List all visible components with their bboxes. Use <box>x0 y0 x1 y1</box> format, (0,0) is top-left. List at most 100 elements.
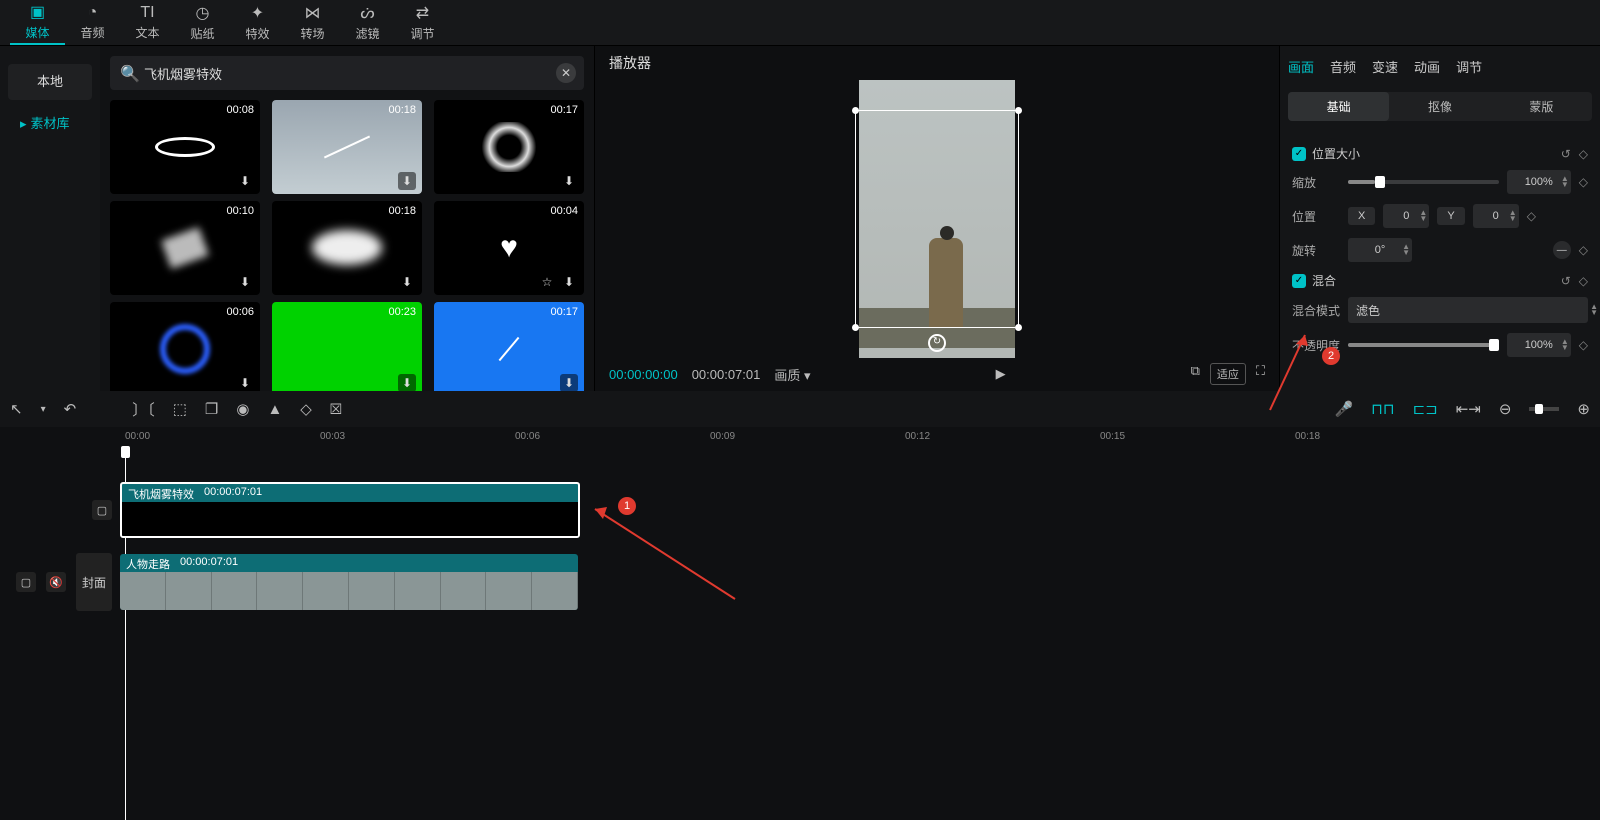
keyframe-icon[interactable]: ◇ <box>1579 243 1588 257</box>
section-checkbox[interactable]: ✓ <box>1292 274 1306 288</box>
tab-transition[interactable]: ⋈转场 <box>285 0 340 45</box>
download-icon[interactable]: ⬇ <box>398 374 416 391</box>
clip-duration: 00:00:07:01 <box>180 556 238 572</box>
preview-button[interactable]: ◉ <box>236 400 249 418</box>
download-icon[interactable]: ⬇ <box>236 273 254 291</box>
tab-sticker[interactable]: ◷贴纸 <box>175 0 230 45</box>
keyframe-icon[interactable]: ◇ <box>1579 147 1588 161</box>
scale-slider[interactable] <box>1348 180 1499 184</box>
asset-thumb[interactable]: 00:10⬇ <box>110 201 260 295</box>
download-icon[interactable]: ⬇ <box>236 172 254 190</box>
subtab-keying[interactable]: 抠像 <box>1389 92 1490 121</box>
undo-button[interactable]: ↶ <box>64 400 77 418</box>
preview-canvas[interactable]: ↻ <box>595 80 1279 358</box>
section-checkbox[interactable]: ✓ <box>1292 147 1306 161</box>
reset-icon[interactable]: ↺ <box>1561 274 1571 288</box>
fit-button[interactable]: 适应 <box>1210 363 1246 385</box>
side-label: 本地 <box>37 74 63 89</box>
download-icon[interactable]: ⬇ <box>398 273 416 291</box>
keyframe-icon[interactable]: ◇ <box>1579 274 1588 288</box>
download-icon[interactable]: ⬇ <box>560 374 578 391</box>
insp-tab-adjust[interactable]: 调节 <box>1456 57 1482 76</box>
zoom-out-icon[interactable]: ⊖ <box>1499 400 1512 418</box>
track-toggle[interactable]: ▢ <box>92 500 112 520</box>
side-library[interactable]: 素材库 <box>8 106 92 142</box>
clip-video[interactable]: 人物走路00:00:07:01 <box>120 554 578 610</box>
cover-button[interactable]: 封面 <box>76 553 112 611</box>
tab-label: 滤镜 <box>355 25 379 42</box>
favorite-icon[interactable]: ☆ <box>538 273 556 291</box>
keyframe-icon[interactable]: ◇ <box>1579 175 1588 189</box>
asset-thumb[interactable]: ♥00:04☆⬇ <box>434 201 584 295</box>
mute-toggle[interactable]: 🔇 <box>46 572 66 592</box>
keyframe-icon[interactable]: ◇ <box>1579 338 1588 352</box>
tab-media[interactable]: ▣媒体 <box>10 0 65 45</box>
ruler-tick: 00:03 <box>320 431 345 442</box>
cursor-tool[interactable]: ↖ <box>10 400 23 418</box>
time-ruler[interactable]: 00:00 00:03 00:06 00:09 00:12 00:15 00:1… <box>0 427 1600 449</box>
download-icon[interactable]: ⬇ <box>236 374 254 391</box>
tab-filter[interactable]: ᔖ滤镜 <box>340 0 395 45</box>
link-icon[interactable]: ⊏⊐ <box>1413 400 1438 418</box>
mic-icon[interactable]: 🎤 <box>1334 400 1353 418</box>
download-icon[interactable]: ⬇ <box>560 273 578 291</box>
asset-thumb[interactable]: 00:06⬇ <box>110 302 260 391</box>
keyframe-icon[interactable]: ◇ <box>1527 209 1536 223</box>
mirror-button[interactable]: ▲ <box>267 401 282 418</box>
ruler-tick: 00:00 <box>125 431 150 442</box>
tab-adjust[interactable]: ⇄调节 <box>395 0 450 45</box>
scale-value[interactable]: 100%▲▼ <box>1507 170 1571 194</box>
insp-tab-picture[interactable]: 画面 <box>1288 57 1314 76</box>
play-button[interactable]: ▶ <box>825 366 1177 382</box>
quality-menu[interactable]: 画质 ▾ <box>774 365 810 384</box>
tab-text[interactable]: TI文本 <box>120 0 175 45</box>
crop-button[interactable]: ⬚ <box>173 400 187 418</box>
clear-search[interactable]: ✕ <box>556 63 576 83</box>
tab-audio[interactable]: ◔音频 <box>65 0 120 45</box>
pos-x-value[interactable]: 0▲▼ <box>1383 204 1429 228</box>
insp-tab-speed[interactable]: 变速 <box>1372 57 1398 76</box>
zoom-slider[interactable] <box>1529 407 1559 411</box>
split-button[interactable]: 〕〔 <box>132 399 155 420</box>
asset-thumb[interactable]: 00:08⬇ <box>110 100 260 194</box>
opacity-value[interactable]: 100%▲▼ <box>1507 333 1571 357</box>
rotate-button[interactable]: ◇ <box>300 400 312 418</box>
insp-tab-anim[interactable]: 动画 <box>1414 57 1440 76</box>
asset-thumb[interactable]: 00:17⬇ <box>434 302 584 391</box>
copy-button[interactable]: ❐ <box>205 400 218 418</box>
opacity-slider[interactable] <box>1348 343 1499 347</box>
asset-thumb[interactable]: 00:17⬇ <box>434 100 584 194</box>
fullscreen-icon[interactable]: ⛶ <box>1256 363 1265 385</box>
track-toggle[interactable]: ▢ <box>16 572 36 592</box>
insp-tab-audio[interactable]: 音频 <box>1330 57 1356 76</box>
time-current: 00:00:00:00 <box>609 367 678 382</box>
zoom-in-icon[interactable]: ⊕ <box>1577 400 1590 418</box>
asset-thumb[interactable]: 00:18⬇ <box>272 201 422 295</box>
subtab-mask[interactable]: 蒙版 <box>1491 92 1592 121</box>
blend-mode-select[interactable]: 滤色▲▼ <box>1348 297 1588 323</box>
asset-thumb[interactable]: 00:23⬇ <box>272 302 422 391</box>
align-icon[interactable]: ⇤⇥ <box>1456 400 1481 418</box>
compare-icon[interactable]: ⧉ <box>1191 363 1200 385</box>
crop2-button[interactable]: ⮽ <box>330 401 342 418</box>
rotation-dial[interactable]: — <box>1553 241 1571 259</box>
cursor-dropdown[interactable]: ▾ <box>41 404 46 415</box>
download-icon[interactable]: ⬇ <box>398 172 416 190</box>
magnet-icon[interactable]: ⊓⊓ <box>1371 400 1394 418</box>
ruler-tick: 00:12 <box>905 431 930 442</box>
search-input[interactable] <box>110 56 584 90</box>
pos-y-value[interactable]: 0▲▼ <box>1473 204 1519 228</box>
subtab-basic[interactable]: 基础 <box>1288 92 1389 121</box>
download-icon[interactable]: ⬇ <box>560 172 578 190</box>
tab-label: 贴纸 <box>190 25 214 42</box>
tab-effect[interactable]: ✦特效 <box>230 0 285 45</box>
tab-label: 调节 <box>410 25 434 42</box>
section-title: 混合 <box>1312 272 1336 289</box>
clip-effect[interactable]: 飞机烟雾特效00:00:07:01 <box>120 482 580 538</box>
rotation-value[interactable]: 0°▲▼ <box>1348 238 1412 262</box>
side-local[interactable]: 本地 <box>8 64 92 100</box>
reset-icon[interactable]: ↺ <box>1561 147 1571 161</box>
ruler-tick: 00:18 <box>1295 431 1320 442</box>
tab-label: 音频 <box>80 24 104 41</box>
asset-thumb[interactable]: 00:18⬇ <box>272 100 422 194</box>
